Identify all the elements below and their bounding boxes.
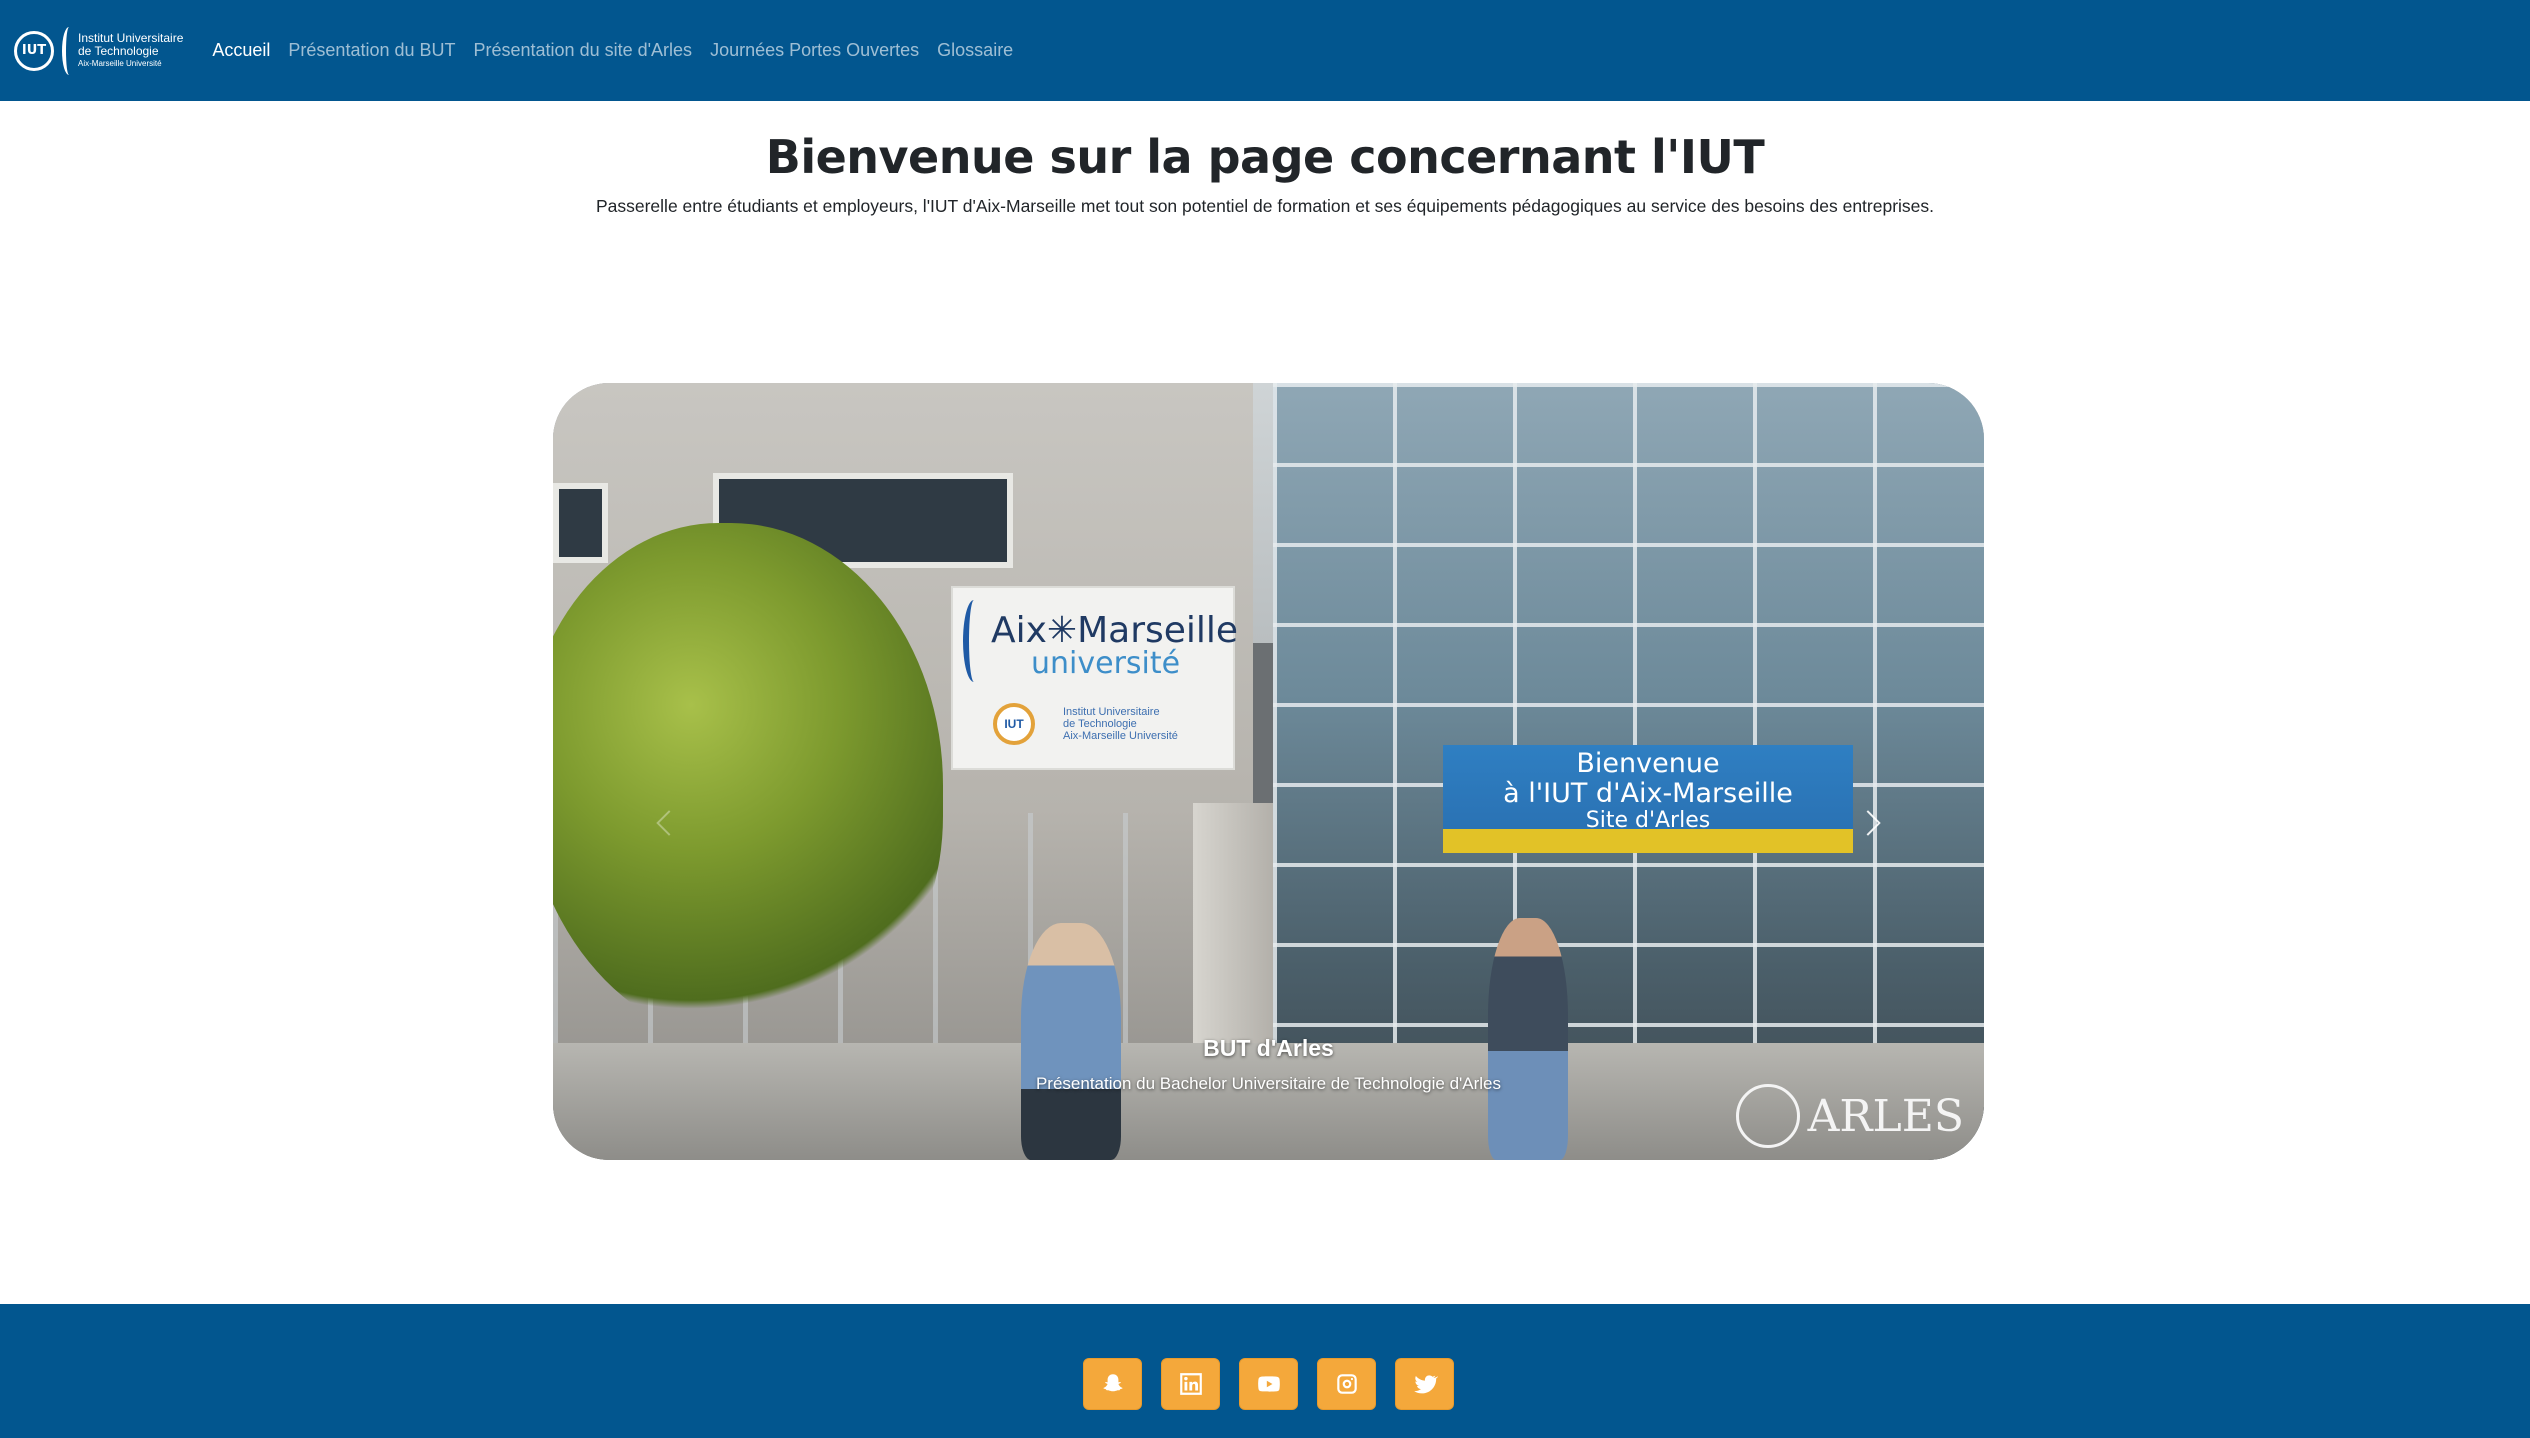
chevron-right-icon xyxy=(1855,810,1881,836)
twitter-icon xyxy=(1413,1375,1438,1394)
nav-link-presentation-but[interactable]: Présentation du BUT xyxy=(279,40,464,61)
linkedin-button[interactable] xyxy=(1161,1358,1220,1410)
carousel-next-button[interactable] xyxy=(1852,803,1892,843)
nav-link-portes-ouvertes[interactable]: Journées Portes Ouvertes xyxy=(701,40,928,61)
sign-small-line-2: de Technologie xyxy=(1063,718,1137,731)
top-navbar: IUT Institut Universitaire de Technologi… xyxy=(0,0,2530,101)
social-links xyxy=(1083,1358,1454,1410)
sign-small-line-1: Institut Universitaire xyxy=(1063,706,1160,718)
instagram-button[interactable] xyxy=(1317,1358,1376,1410)
carousel: Aix✳Marseille université IUT Institut Un… xyxy=(553,383,1984,1160)
carousel-prev-button[interactable] xyxy=(645,803,685,843)
photo-welcome-banner: Bienvenue à l'IUT d'Aix-Marseille Site d… xyxy=(1443,745,1853,853)
snapchat-button[interactable] xyxy=(1083,1358,1142,1410)
carousel-caption-title: BUT d'Arles xyxy=(1203,1035,1334,1061)
instagram-icon xyxy=(1336,1374,1357,1394)
page-lead: Passerelle entre étudiants et employeurs… xyxy=(595,196,1935,216)
logo-line-2: de Technologie xyxy=(78,43,159,58)
sign-parenthesis-icon xyxy=(963,600,985,682)
logo-parenthesis-icon xyxy=(62,26,76,75)
sign-iut-badge: IUT xyxy=(993,703,1035,745)
sign-small-line-3: Aix-Marseille Université xyxy=(1063,730,1178,743)
logo-line-3: Aix-Marseille Université xyxy=(78,59,162,69)
footer xyxy=(0,1304,2530,1438)
logo-line-1: Institut Universitaire xyxy=(78,31,184,46)
banner-line-2: à l'IUT d'Aix-Marseille xyxy=(1503,778,1793,809)
youtube-button[interactable] xyxy=(1239,1358,1298,1410)
sign-small-text: Institut Universitaire de Technologie Ai… xyxy=(1063,706,1178,742)
sign-main-text: Aix✳Marseille xyxy=(991,610,1239,651)
nav-link-glossaire[interactable]: Glossaire xyxy=(928,40,1022,61)
logo-text: Institut Universitaire de Technologie Ai… xyxy=(78,32,183,69)
linkedin-icon xyxy=(1179,1373,1202,1395)
photo-window xyxy=(553,483,608,563)
nav-link-accueil[interactable]: Accueil xyxy=(203,40,279,61)
nav-links: Accueil Présentation du BUT Présentation… xyxy=(203,40,1022,61)
snapchat-icon xyxy=(1103,1374,1122,1392)
chevron-left-icon xyxy=(656,810,682,836)
arles-watermark-text: ARLES xyxy=(1807,1090,1964,1142)
sign-sub-text: université xyxy=(1031,646,1181,681)
iut-logo[interactable]: IUT Institut Universitaire de Technologi… xyxy=(14,21,183,81)
carousel-caption-text: Présentation du Bachelor Universitaire d… xyxy=(1035,1074,1502,1093)
page-title: Bienvenue sur la page concernant l'IUT xyxy=(765,130,1765,184)
twitter-button[interactable] xyxy=(1395,1358,1454,1410)
banner-line-1: Bienvenue xyxy=(1576,748,1720,779)
photo-university-sign: Aix✳Marseille université IUT Institut Un… xyxy=(953,588,1238,768)
youtube-icon xyxy=(1257,1376,1280,1392)
nav-link-presentation-site-arles[interactable]: Présentation du site d'Arles xyxy=(465,40,702,61)
banner-line-3: Site d'Arles xyxy=(1585,808,1711,833)
iut-badge-icon: IUT xyxy=(14,30,54,71)
